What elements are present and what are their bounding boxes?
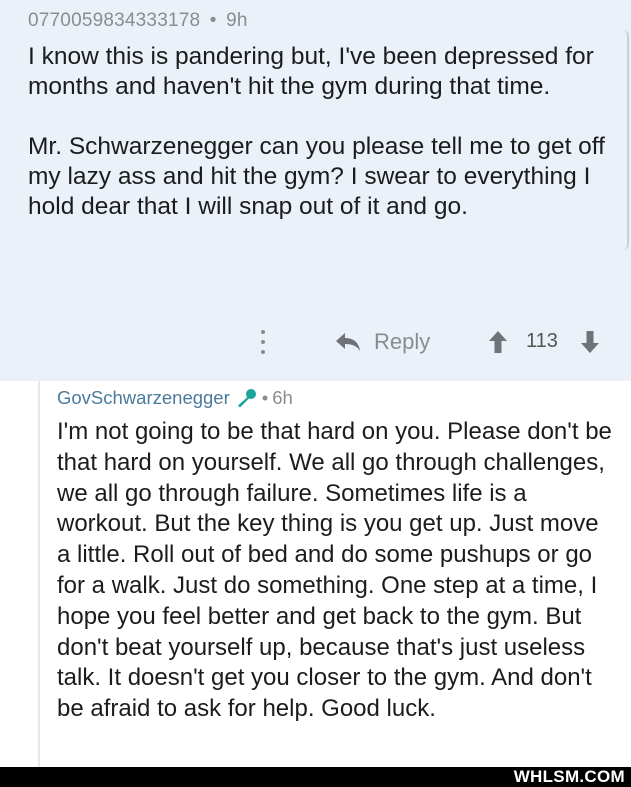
post-username[interactable]: 0770059834333178 [28, 10, 200, 31]
vertical-dots-icon[interactable] [258, 330, 268, 354]
post-meta: 0770059834333178 • 9h [28, 10, 248, 32]
post-meta-separator: • [209, 10, 217, 31]
reply-button[interactable]: Reply [334, 326, 430, 358]
watermark-text: WHLSM.COM [513, 767, 625, 786]
down-arrow-icon[interactable] [580, 330, 600, 354]
original-post: 0770059834333178 • 9h I know this is pan… [0, 0, 631, 381]
vote-score: 113 [526, 330, 558, 352]
thread-line[interactable] [38, 381, 40, 767]
reply-label: Reply [374, 329, 431, 354]
reply-arrow-icon [336, 333, 360, 351]
reply-comment: GovSchwarzenegger • 6h I'm not going to … [0, 381, 631, 767]
comment-meta-separator: • [261, 387, 269, 408]
comment-body: I'm not going to be that hard on you. Pl… [57, 418, 612, 723]
watermark-bar: WHLSM.COM [0, 767, 631, 787]
post-age: 9h [226, 10, 248, 31]
post-action-bar: Reply 113 [0, 322, 631, 362]
comment-age: 6h [272, 387, 293, 408]
card-edge [623, 30, 629, 250]
microphone-icon [237, 389, 256, 408]
comment-author[interactable]: GovSchwarzenegger [57, 387, 230, 409]
post-body: I know this is pandering but, I've been … [28, 42, 618, 252]
up-arrow-icon[interactable] [488, 330, 508, 354]
post-paragraph: Mr. Schwarzenegger can you please tell m… [28, 133, 605, 220]
post-paragraph: I know this is pandering but, I've been … [28, 43, 594, 100]
comment-meta: GovSchwarzenegger • 6h [57, 387, 293, 409]
